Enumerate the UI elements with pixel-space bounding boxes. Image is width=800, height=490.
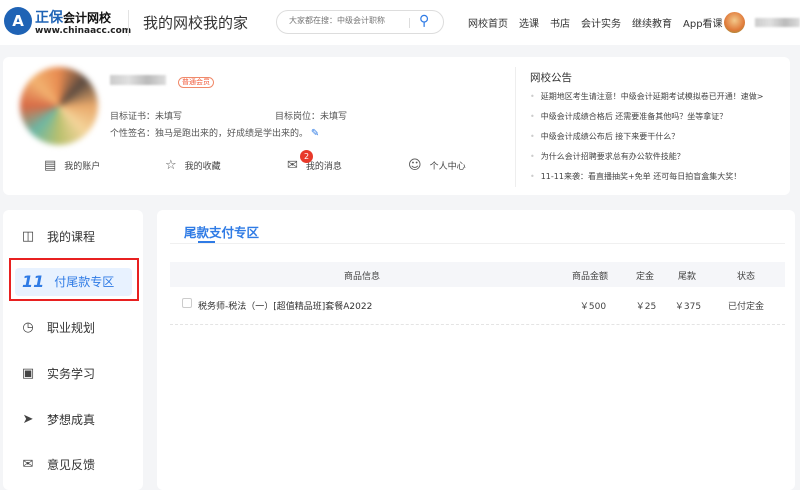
search-icon[interactable]: ⚲ <box>419 13 429 29</box>
announcement-divider <box>515 67 516 187</box>
announcement-item[interactable]: 为什么会计招聘要求总有办公软件技能？ <box>530 151 763 171</box>
logo-brand: 正保 <box>35 10 63 26</box>
col-price: 商品金额 <box>571 272 609 282</box>
chart-circle-icon: ◷ <box>22 320 34 335</box>
row-divider <box>170 324 785 325</box>
logo-text[interactable]: 正保会计网校 <box>35 7 111 27</box>
announcement-list: 延期地区考生请注意！中级会计延期考试模拟卷已开通！速做> 中级会计成绩合格后 还… <box>530 91 764 191</box>
signature-label: 个性签名： <box>110 129 156 139</box>
target-cert-value: 未填写 <box>155 112 183 122</box>
action-label: 我的消息 <box>305 162 342 172</box>
target-job-value: 未填写 <box>320 112 348 122</box>
search-separator <box>409 18 410 28</box>
announcement-title: 网校公告 <box>530 72 572 84</box>
col-status: 状态 <box>736 272 756 282</box>
col-deposit: 定金 <box>635 272 655 282</box>
user-icon: ☺ <box>408 158 422 173</box>
action-personal-center[interactable]: ☺ 个人中心 <box>408 158 466 173</box>
signature-value: 独马是跑出来的，好成绩是学出来的。 <box>155 129 309 139</box>
action-favorites[interactable]: ☆ 我的收藏 <box>165 158 221 173</box>
announcement-item[interactable]: 延期地区考生请注意！中级会计延期考试模拟卷已开通！速做> <box>530 91 764 111</box>
sidebar-item-label: 付尾款专区 <box>54 275 115 289</box>
envelope-icon: ✉ <box>22 457 34 472</box>
profile-name-blurred <box>110 75 166 85</box>
mail-icon: ✉ <box>287 158 298 173</box>
target-cert-label: 目标证书： <box>110 112 156 122</box>
action-account[interactable]: ▤ 我的账户 <box>44 158 100 173</box>
sidebar-item-practice[interactable]: ▣ 实务学习 <box>20 365 95 382</box>
site-title: 我的网校我的家 <box>143 14 249 32</box>
monitor-icon: ▣ <box>21 366 35 381</box>
member-badge: 普通会员 <box>178 77 214 88</box>
product-price: ￥500 <box>579 302 607 312</box>
header-divider <box>128 10 129 36</box>
sidebar-item-label: 意见反馈 <box>47 458 96 472</box>
sidebar-item-career[interactable]: ◷ 职业规划 <box>20 319 95 336</box>
message-count-badge: 2 <box>300 150 313 163</box>
product-status: 已付定金 <box>727 302 765 312</box>
nav-home[interactable]: 网校首页 <box>468 15 508 30</box>
search-box: ⚲ <box>276 10 444 34</box>
sidebar-item-label: 梦想成真 <box>47 413 96 427</box>
announcement-item[interactable]: 中级会计成绩公布后 接下来要干什么？ <box>530 131 763 151</box>
target-job: 目标岗位：未填写 <box>275 109 347 122</box>
nav-bookstore[interactable]: 书店 <box>550 15 570 30</box>
target-job-label: 目标岗位： <box>275 112 321 122</box>
action-messages[interactable]: ✉ 我的消息 <box>287 158 342 173</box>
main-panel <box>157 210 795 490</box>
product-balance: ￥375 <box>674 302 702 312</box>
top-nav: 网校首页 选课 书店 会计实务 继续教育 App看课 <box>468 15 723 30</box>
sidebar-item-label: 实务学习 <box>47 367 96 381</box>
target-cert: 目标证书：未填写 <box>110 109 182 122</box>
action-label: 我的收藏 <box>184 162 221 172</box>
book-icon: ◫ <box>21 229 35 244</box>
signature: 个性签名：独马是跑出来的，好成绩是学出来的。 ✎ <box>110 126 319 139</box>
row-checkbox[interactable] <box>182 298 192 308</box>
search-input[interactable] <box>289 16 409 25</box>
logo-icon[interactable]: A <box>4 7 32 35</box>
product-deposit: ￥25 <box>635 302 657 312</box>
sidebar-item-my-courses[interactable]: ◫ 我的课程 <box>20 228 95 245</box>
sidebar-item-final-payment[interactable]: 11 付尾款专区 <box>22 272 114 291</box>
user-avatar[interactable] <box>724 12 745 33</box>
tab-divider <box>170 243 785 244</box>
logo-url: www.chinaacc.com <box>35 26 132 36</box>
star-icon: ☆ <box>165 158 177 173</box>
tab-final-payment[interactable]: 尾款支付专区 <box>184 222 259 241</box>
action-label: 个人中心 <box>429 162 466 172</box>
sidebar-item-dreams[interactable]: ➤ 梦想成真 <box>20 411 95 428</box>
nav-app[interactable]: App看课 <box>683 15 723 30</box>
paper-plane-icon: ➤ <box>22 412 34 427</box>
eleven-icon: 11 <box>22 272 45 291</box>
action-label: 我的账户 <box>64 162 101 172</box>
sidebar <box>3 210 143 490</box>
profile-avatar[interactable] <box>20 67 98 145</box>
nav-practice[interactable]: 会计实务 <box>581 15 621 30</box>
logo-sub: 会计网校 <box>63 11 112 25</box>
sidebar-item-label: 职业规划 <box>47 321 96 335</box>
col-product-info: 商品信息 <box>343 272 381 282</box>
sidebar-item-feedback[interactable]: ✉ 意见反馈 <box>20 456 95 473</box>
announcement-item[interactable]: 中级会计成绩合格后 还需要准备其他吗？坐等拿证？ <box>530 111 763 131</box>
edit-icon[interactable]: ✎ <box>311 128 319 139</box>
sidebar-item-label: 我的课程 <box>47 230 96 244</box>
product-name: 税务师-税法（一）[超值精品班]套餐A2022 <box>198 302 373 312</box>
username-blurred[interactable] <box>755 18 800 27</box>
col-balance: 尾款 <box>677 272 697 282</box>
nav-courses[interactable]: 选课 <box>519 15 539 30</box>
wallet-icon: ▤ <box>44 158 57 173</box>
announcement-item[interactable]: 11-11来袭：看直播抽奖+免单 还可每日拍盲盒集大奖！ <box>530 171 763 191</box>
nav-continuing-edu[interactable]: 继续教育 <box>632 15 672 30</box>
